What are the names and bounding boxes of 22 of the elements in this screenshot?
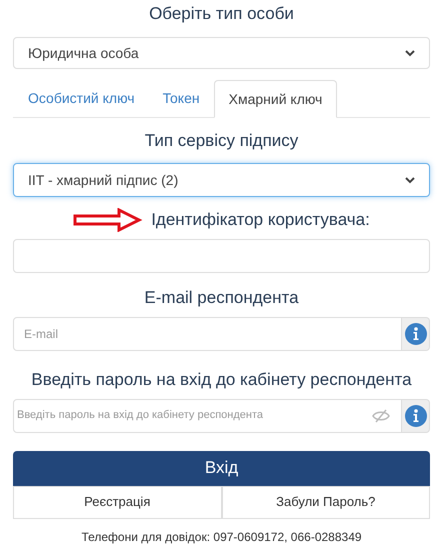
service-type-select[interactable]: IIT - хмарний підпис (2) [13,163,430,197]
section-heading: Введіть пароль на вхід до кабінету респондента [31,370,412,388]
person-type-select[interactable]: Юридична особа [13,37,430,69]
password-field[interactable]: Введіть пароль на вхід до кабінету респондента [13,398,402,432]
help-phones: Телефони для довідок: 097-0609172, 066-0288349 [81,530,362,544]
info-icon[interactable] [404,404,426,426]
email-field[interactable]: E-mail [13,316,402,350]
user-id-label: Ідентифікатор користувача: [151,209,370,231]
section-heading: Оберіть тип особи [149,4,294,23]
tab[interactable]: Особистий ключ [14,80,149,117]
section-heading: Тип сервісу підпису [144,131,298,150]
chevron-down-icon [405,176,415,184]
user-id-field[interactable] [13,238,430,272]
chevron-down-icon [405,50,415,56]
info-icon[interactable] [404,322,426,344]
login-button[interactable]: Вхід [13,450,430,486]
arrow-icon [73,208,144,232]
secondary-button[interactable]: Реєстрація [13,486,222,518]
secondary-button[interactable]: Забули Пароль? [222,486,430,518]
tab[interactable]: Хмарний ключ [214,80,338,118]
section-heading: E-mail респондента [144,288,299,306]
tab[interactable]: Токен [148,80,214,117]
